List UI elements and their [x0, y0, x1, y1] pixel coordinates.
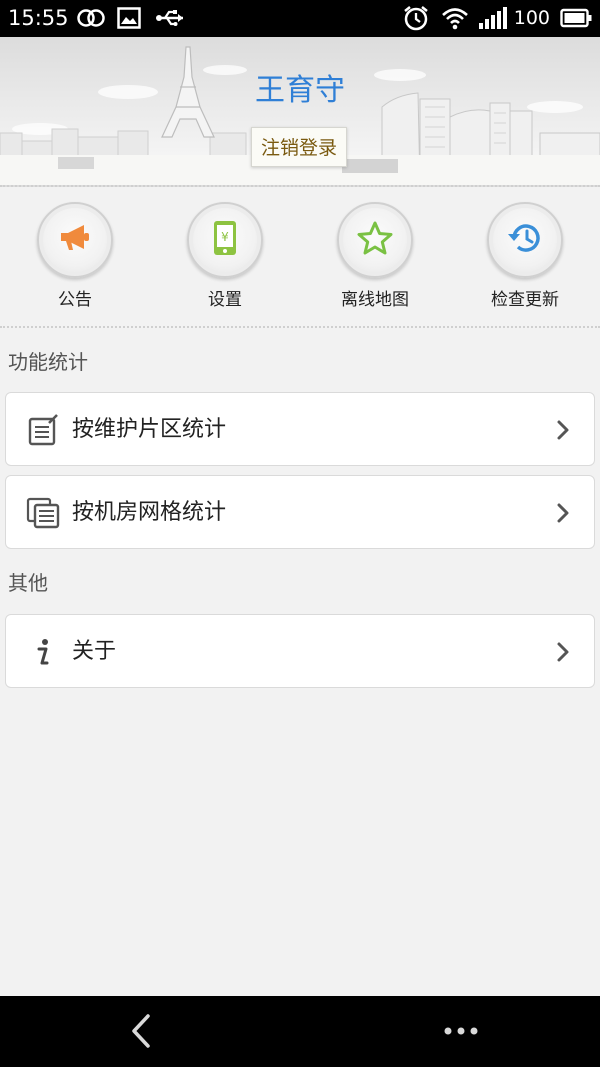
- check-update-button[interactable]: [487, 202, 563, 278]
- navigation-bar: [0, 996, 600, 1067]
- history-icon: [506, 220, 544, 260]
- signal-icon: [477, 5, 509, 31]
- quick-actions: 公告 ¥ 设置 离线地图 检查更新: [0, 186, 600, 326]
- offline-map-button[interactable]: [337, 202, 413, 278]
- quick-action-label: 公告: [58, 290, 92, 310]
- phone-yuan-icon: ¥: [212, 220, 238, 260]
- quick-action-offline-map[interactable]: 离线地图: [315, 202, 435, 310]
- settings-button[interactable]: ¥: [187, 202, 263, 278]
- battery-icon: [560, 5, 592, 31]
- list-item-label: 按机房网格统计: [72, 500, 227, 525]
- svg-text:¥: ¥: [221, 230, 229, 244]
- divider: [0, 326, 600, 328]
- battery-level: 100: [513, 7, 550, 29]
- status-bar: 15:55 100: [0, 0, 600, 37]
- announcement-button[interactable]: [37, 202, 113, 278]
- quick-action-check-update[interactable]: 检查更新: [465, 202, 585, 310]
- quick-action-settings[interactable]: ¥ 设置: [165, 202, 285, 310]
- status-time: 15:55: [8, 6, 69, 30]
- chevron-right-icon: [556, 419, 570, 445]
- section-title-other: 其他: [8, 571, 48, 595]
- copy-document-icon: [26, 496, 60, 530]
- list-item-label: 按维护片区统计: [72, 417, 227, 442]
- section-title-statistics: 功能统计: [8, 350, 88, 374]
- wifi-icon: [441, 5, 469, 31]
- usb-icon: [155, 5, 187, 31]
- chevron-right-icon: [556, 502, 570, 528]
- megaphone-icon: [58, 223, 92, 257]
- back-icon[interactable]: [128, 1013, 154, 1053]
- chevron-right-icon: [556, 641, 570, 667]
- list-item-maintenance-area-stats[interactable]: 按维护片区统计: [5, 392, 595, 466]
- quick-action-label: 离线地图: [341, 290, 409, 310]
- quick-action-label: 设置: [208, 290, 242, 310]
- star-icon: [357, 221, 393, 259]
- edit-document-icon: [26, 413, 60, 447]
- logout-button[interactable]: 注销登录: [251, 127, 347, 167]
- user-name: 王育守: [255, 73, 345, 108]
- alarm-icon: [402, 5, 430, 31]
- info-icon: [26, 635, 60, 669]
- list-item-label: 关于: [72, 639, 117, 664]
- quick-action-label: 检查更新: [491, 290, 559, 310]
- list-item-machine-room-grid-stats[interactable]: 按机房网格统计: [5, 475, 595, 549]
- quick-action-announcement[interactable]: 公告: [15, 202, 135, 310]
- list-item-about[interactable]: 关于: [5, 614, 595, 688]
- profile-header: 王育守 注销登录: [0, 37, 600, 187]
- image-icon: [117, 5, 141, 31]
- more-icon[interactable]: [444, 1022, 478, 1041]
- infinity-icon: [76, 5, 106, 31]
